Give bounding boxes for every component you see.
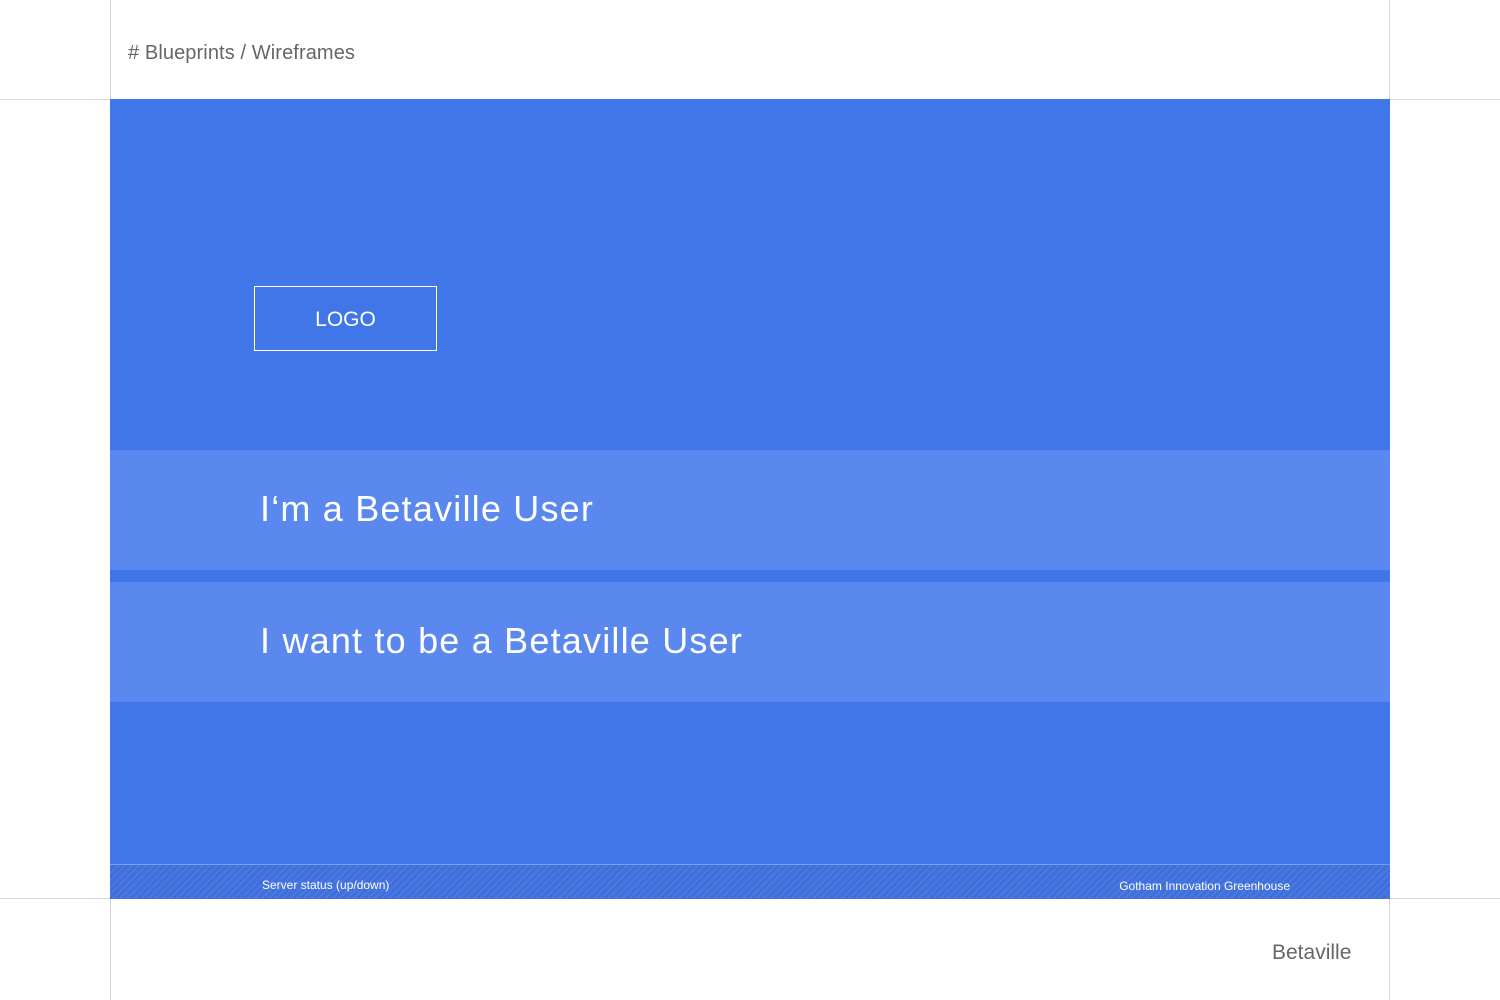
new-user-option[interactable]: I want to be a Betaville User: [110, 582, 1390, 702]
existing-user-label: I‘m a Betaville User: [260, 488, 595, 529]
logo-placeholder: LOGO: [254, 286, 437, 351]
status-footer: Server status (up/down) Gotham Innovatio…: [110, 864, 1390, 899]
server-status-text: Server status (up/down): [262, 878, 390, 892]
existing-user-option[interactable]: I‘m a Betaville User: [110, 450, 1390, 570]
breadcrumb: # Blueprints / Wireframes: [128, 42, 356, 64]
wireframe-page: # Blueprints / Wireframes LOGO I‘m a Bet…: [0, 0, 1500, 1000]
brand-name: Betaville: [1272, 941, 1352, 964]
organization-name: Gotham Innovation Greenhouse: [1119, 879, 1290, 893]
new-user-label: I want to be a Betaville User: [260, 620, 744, 661]
app-screen: LOGO I‘m a Betaville User I want to be a…: [110, 99, 1390, 899]
